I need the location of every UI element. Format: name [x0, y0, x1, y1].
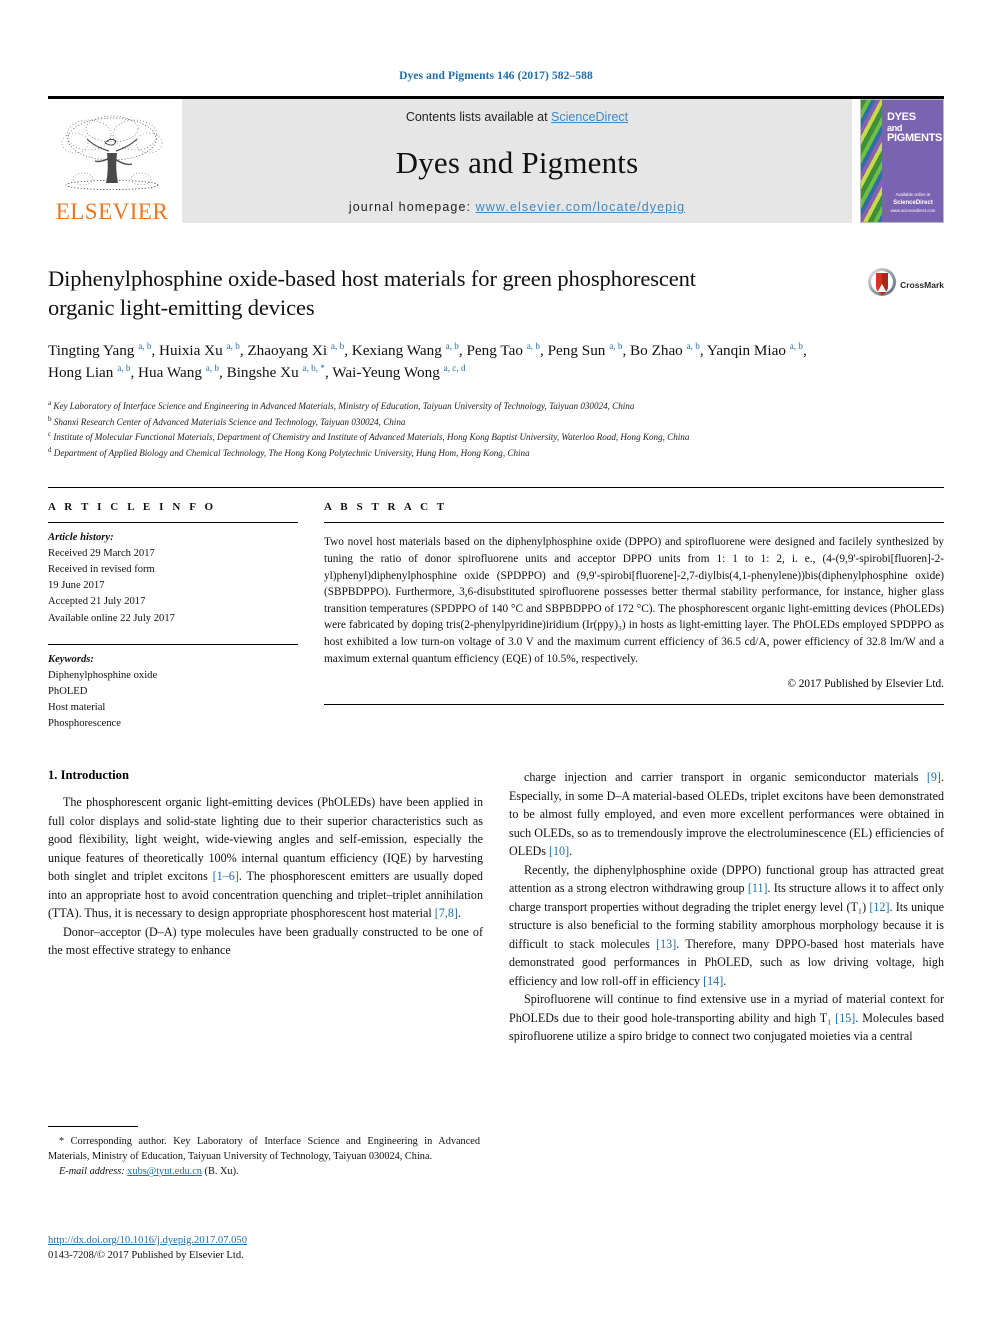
keyword-item: Host material: [48, 701, 106, 713]
affiliation-item: d Department of Applied Biology and Chem…: [48, 446, 530, 459]
body-column-left: 1. Introduction The phosphorescent organ…: [48, 768, 483, 1046]
corresponding-author-note: * Corresponding author. Key Laboratory o…: [48, 1136, 480, 1163]
body-paragraph: Donor–acceptor (D–A) type molecules have…: [48, 924, 483, 958]
affiliation-item: a Key Laboratory of Interface Science an…: [48, 398, 635, 411]
citation-ref[interactable]: [13]: [656, 937, 676, 951]
crossmark-badge[interactable]: CrossMark: [867, 267, 944, 302]
citation-ref[interactable]: [1–6]: [213, 869, 239, 883]
section-title-introduction: 1. Introduction: [48, 768, 129, 783]
email-label: E-mail address:: [59, 1166, 125, 1178]
left-paragraphs: The phosphorescent organic light-emittin…: [48, 793, 483, 960]
article-history-item: Received 29 March 2017: [48, 548, 155, 560]
article-history-item: Accepted 21 July 2017: [48, 596, 146, 608]
citation-ref[interactable]: [11]: [748, 881, 768, 895]
sciencedirect-link[interactable]: ScienceDirect: [551, 110, 628, 124]
body-paragraph: The phosphorescent organic light-emittin…: [48, 795, 483, 921]
citation-ref[interactable]: [9]: [927, 770, 941, 784]
body-paragraph: Recently, the diphenylphosphine oxide (D…: [509, 862, 944, 988]
keyword-item: Diphenylphosphine oxide: [48, 669, 158, 681]
homepage-prefix: journal homepage:: [348, 200, 476, 214]
affiliation-list: a Key Laboratory of Interface Science an…: [48, 398, 944, 461]
page-title: Diphenylphosphine oxide-based host mater…: [48, 266, 696, 320]
article-page: Dyes and Pigments 146 (2017) 582–588 ELS…: [0, 0, 992, 1323]
article-info-heading: A R T I C L E I N F O: [48, 501, 217, 514]
cover-title-line3: PIGMENTS: [887, 131, 943, 144]
keyword-item: PhOLED: [48, 685, 88, 697]
cover-art-strip: [861, 100, 882, 222]
abstract-bottom-rule: [324, 704, 944, 706]
elsevier-tree-icon: [59, 113, 165, 199]
crossmark-label: CrossMark: [900, 279, 944, 290]
contents-available-line: Contents lists available at ScienceDirec…: [406, 110, 628, 124]
keywords-block: Keywords: Diphenylphosphine oxide PhOLED H…: [48, 652, 298, 732]
affiliation-item: b Shanxi Research Center of Advanced Mat…: [48, 414, 406, 427]
masthead-center-panel: Contents lists available at ScienceDirec…: [182, 99, 852, 223]
email-suffix: (B. Xu).: [204, 1166, 239, 1178]
abstract-copyright: © 2017 Published by Elsevier Ltd.: [787, 678, 944, 691]
cover-footer-brand: ScienceDirect: [893, 199, 933, 206]
running-head: Dyes and Pigments 146 (2017) 582–588: [399, 70, 593, 82]
right-paragraphs: charge injection and carrier transport i…: [509, 768, 944, 1046]
footnote-area: * Corresponding author. Key Laboratory o…: [48, 1126, 480, 1179]
affiliation-item: c Institute of Molecular Functional Mate…: [48, 430, 690, 443]
article-info-rule: [48, 522, 298, 524]
body-paragraph: charge injection and carrier transport i…: [509, 770, 944, 859]
citation-ref[interactable]: [12]: [869, 900, 889, 914]
abstract-text: Two novel host materials based on the di…: [324, 536, 944, 665]
article-history-item: 19 June 2017: [48, 580, 105, 592]
body-column-right: charge injection and carrier transport i…: [509, 768, 944, 1046]
journal-homepage-link[interactable]: www.elsevier.com/locate/dyepig: [476, 200, 685, 214]
abstract-heading: A B S T R A C T: [324, 501, 448, 514]
keywords-rule: [48, 643, 298, 645]
journal-title: Dyes and Pigments: [395, 145, 639, 180]
citation-ref[interactable]: [7,8]: [435, 906, 458, 920]
doi-block: http://dx.doi.org/10.1016/j.dyepig.2017.…: [48, 1233, 488, 1264]
keywords-lines: Diphenylphosphine oxide PhOLED Host materi…: [48, 668, 298, 732]
crossmark-icon: [867, 267, 897, 302]
journal-cover-thumbnail: DYES and PIGMENTS Available online at Sc…: [860, 99, 944, 223]
cover-title-line1: DYES: [887, 111, 916, 123]
abstract-rule: [324, 522, 944, 524]
contents-prefix: Contents lists available at: [405, 110, 552, 124]
article-history-lines: Received 29 March 2017 Received in revise…: [48, 546, 298, 626]
keywords-label: Keywords:: [48, 653, 94, 665]
citation-ref[interactable]: [15]: [835, 1011, 855, 1025]
issn-copyright-line: 0143-7208/© 2017 Published by Elsevier L…: [48, 1250, 244, 1262]
email-link[interactable]: xubs@tyut.edu.cn: [127, 1166, 202, 1177]
title-block: CrossMark Diphenylphosphine oxide-based …: [48, 265, 944, 461]
citation-ref[interactable]: [10]: [549, 844, 569, 858]
cover-title: DYES and PIGMENTS: [887, 111, 943, 145]
abstract-column: A B S T R A C T Two novel host materials…: [324, 501, 944, 732]
author-list: Tingting Yang a, b, Huixia Xu a, b, Zhao…: [48, 340, 807, 382]
cover-footer-url: www.sciencedirect.com: [890, 207, 936, 213]
journal-homepage-line: journal homepage: www.elsevier.com/locat…: [349, 200, 685, 214]
email-note: E-mail address: xubs@tyut.edu.cn (B. Xu)…: [48, 1164, 480, 1179]
article-info-column: A R T I C L E I N F O Article history: R…: [48, 501, 298, 732]
body-paragraph: Spirofluorene will continue to find exte…: [509, 992, 945, 1044]
footnote-rule: [48, 1126, 138, 1127]
keyword-item: Phosphorescence: [48, 718, 121, 730]
journal-masthead: ELSEVIER Contents lists available at Sci…: [48, 96, 944, 223]
citation-ref[interactable]: [14]: [703, 974, 723, 988]
body-columns: 1. Introduction The phosphorescent organ…: [48, 768, 944, 1046]
article-history-label: Article history:: [48, 532, 114, 544]
info-abstract-section: A R T I C L E I N F O Article history: R…: [48, 487, 944, 732]
elsevier-wordmark: ELSEVIER: [55, 199, 169, 224]
article-history-block: Article history: Received 29 March 2017 R…: [48, 530, 298, 627]
cover-footer: Available online at ScienceDirect www.sc…: [887, 192, 939, 214]
doi-link[interactable]: http://dx.doi.org/10.1016/j.dyepig.2017.…: [48, 1233, 488, 1248]
elsevier-logo: ELSEVIER: [48, 99, 176, 223]
article-history-item: Available online 22 July 2017: [48, 612, 175, 624]
article-history-item: Received in revised form: [48, 564, 155, 576]
